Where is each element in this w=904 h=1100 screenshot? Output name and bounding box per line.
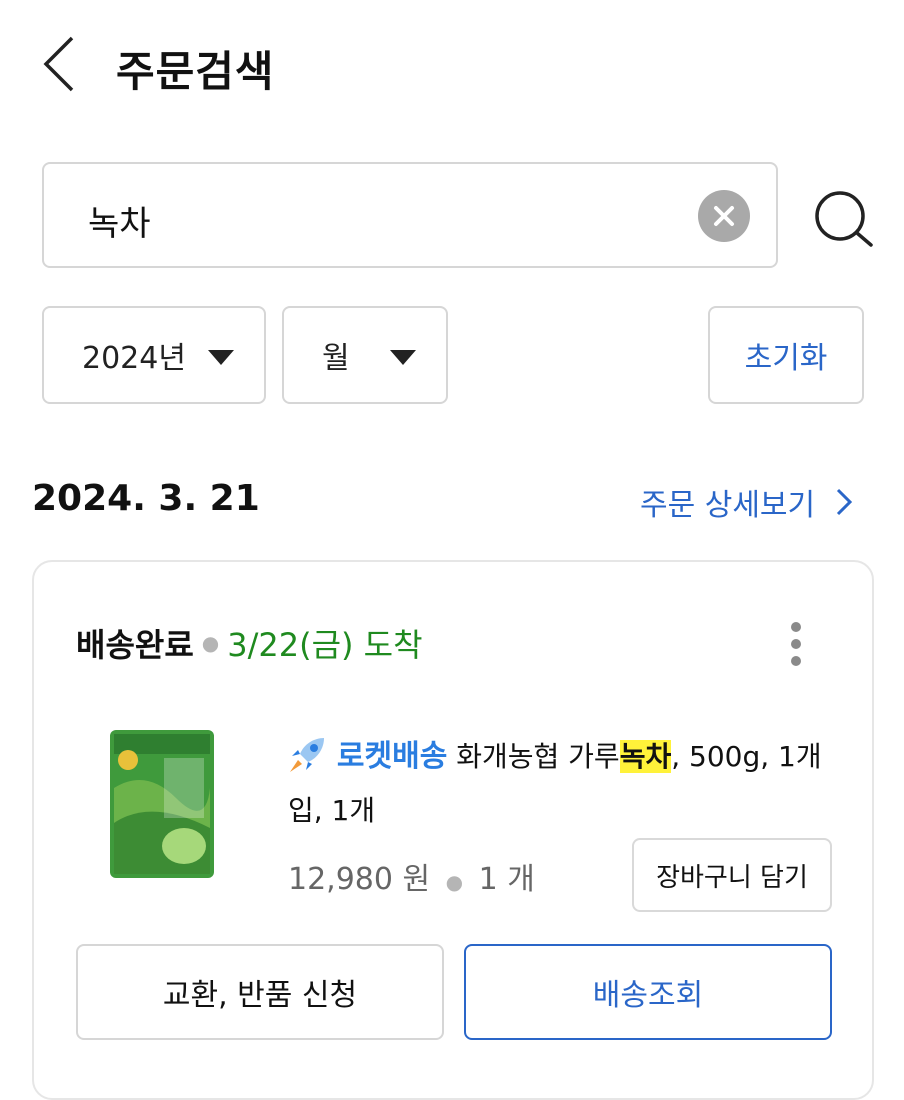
separator-dot: ● <box>445 870 464 894</box>
order-detail-link[interactable]: 주문 상세보기 <box>640 480 853 524</box>
reset-button[interactable]: 초기화 <box>708 306 864 404</box>
product-quantity: 1 개 <box>478 862 535 897</box>
clear-search-button[interactable] <box>698 190 750 242</box>
month-select-value: 월 <box>322 341 350 376</box>
rocket-delivery-badge: 로켓배송 <box>336 739 448 774</box>
price-quantity: 12,980 원 ● 1 개 <box>288 854 535 898</box>
add-to-cart-button[interactable]: 장바구니 담기 <box>632 838 832 912</box>
separator-dot: ● <box>201 631 220 655</box>
product-price: 12,980 원 <box>288 862 431 897</box>
more-vertical-icon <box>791 622 801 632</box>
delivery-status: 배송완료 ● 3/22(금) 도착 <box>76 620 423 666</box>
arrival-date: 3/22(금) 도착 <box>227 626 423 664</box>
search-input[interactable]: 녹차 <box>42 162 778 268</box>
year-select-value: 2024년 <box>82 341 186 376</box>
search-highlight: 녹차 <box>619 740 672 773</box>
rocket-icon <box>290 738 324 772</box>
order-card: 배송완료 ● 3/22(금) 도착 로켓배송 화개농협 가루녹차, 500g, … <box>32 560 874 1100</box>
more-options-button[interactable] <box>790 622 802 668</box>
clear-circle-icon <box>714 206 734 226</box>
search-icon <box>815 191 873 247</box>
track-delivery-button[interactable]: 배송조회 <box>464 944 832 1040</box>
back-button[interactable] <box>40 34 80 94</box>
order-date: 2024. 3. 21 <box>32 478 260 519</box>
search-input-value[interactable]: 녹차 <box>88 196 151 245</box>
exchange-return-button[interactable]: 교환, 반품 신청 <box>76 944 444 1040</box>
dropdown-arrow-icon <box>390 350 416 365</box>
chevron-right-icon <box>837 488 853 516</box>
dropdown-arrow-icon <box>208 350 234 365</box>
product-image[interactable] <box>106 728 218 880</box>
year-select[interactable]: 2024년 <box>42 306 266 404</box>
search-button[interactable] <box>812 188 874 250</box>
order-detail-link-label: 주문 상세보기 <box>640 488 816 523</box>
chevron-left-icon <box>43 36 74 92</box>
product-title[interactable]: 로켓배송 화개농협 가루녹차, 500g, 1개입, 1개 <box>288 730 848 838</box>
page-title: 주문검색 <box>116 47 275 96</box>
month-select[interactable]: 월 <box>282 306 448 404</box>
status-label: 배송완료 <box>76 626 194 664</box>
product-name-prefix: 화개농협 가루 <box>456 740 620 773</box>
